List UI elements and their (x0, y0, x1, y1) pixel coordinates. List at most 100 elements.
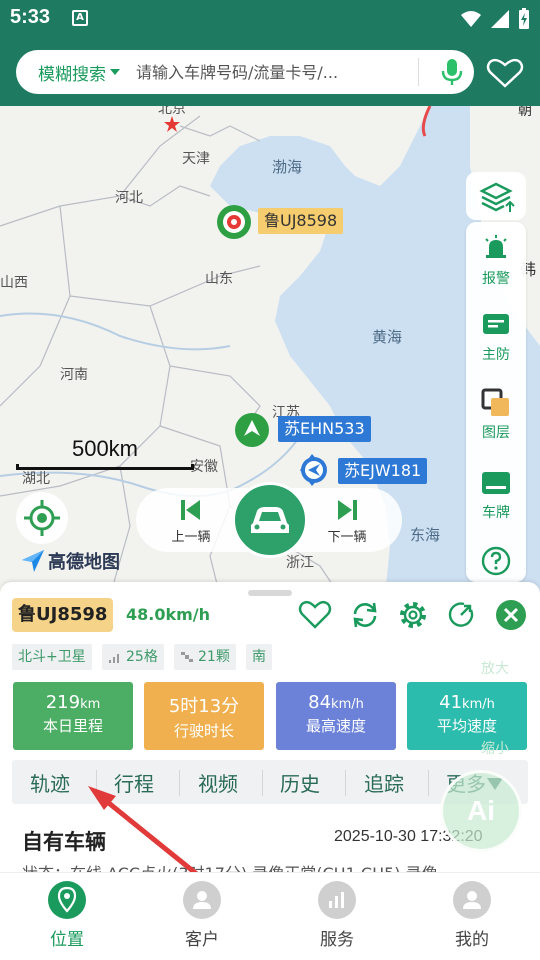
search-input[interactable] (136, 62, 396, 82)
tab-follow[interactable]: 追踪 (364, 768, 404, 797)
vehicle-marker-moving-icon[interactable] (234, 412, 270, 448)
signal-chip: 25格 (102, 644, 164, 670)
satellite-chip: 21颗 (174, 644, 236, 670)
tab-separator (179, 770, 180, 796)
vehicle-tag-2[interactable]: 苏EHN533 (278, 416, 371, 442)
vehicle-speed: 48.0km/h (126, 605, 211, 624)
nav-location[interactable]: 位置 (17, 881, 117, 950)
locate-button[interactable] (16, 492, 68, 544)
tab-separator (428, 770, 429, 796)
stat-mileage-value: 219 (45, 692, 81, 713)
signal-value: 25格 (126, 649, 158, 665)
chat-message-icon (483, 314, 509, 334)
vehicle-plate: 鲁UJ8598 (12, 598, 114, 632)
ai-assistant-button[interactable]: Ai (440, 770, 522, 852)
stat-max-speed: 84km/h 最高速度 (276, 682, 396, 750)
status-bar: 5:33 A (0, 0, 540, 38)
map-label-tianjin: 天津 (182, 151, 210, 167)
satellite-icon (181, 652, 193, 662)
stat-max-speed-label: 最高速度 (305, 717, 366, 735)
settings-gear-icon[interactable] (396, 598, 430, 632)
owner-type: 自有车辆 (22, 830, 106, 854)
refresh-icon[interactable] (348, 598, 382, 632)
nav-customer[interactable]: 客户 (152, 881, 252, 950)
map-label-zhejiang: 浙江 (286, 555, 314, 571)
map-label-east-sea: 东海 (410, 526, 441, 544)
app-notification-icon: A (72, 10, 88, 26)
license-plate-icon (482, 472, 510, 494)
previous-vehicle-button[interactable]: 上一辆 (156, 498, 226, 545)
search-mode-dropdown[interactable]: 模糊搜索 (38, 60, 120, 85)
nav-customer-label: 客户 (185, 930, 219, 950)
layers-stack-icon (479, 182, 515, 212)
car-icon (251, 507, 289, 533)
satellite-value: 21颗 (198, 649, 230, 665)
location-pin-icon (48, 881, 86, 919)
signal-bars-icon (109, 654, 119, 663)
stat-duration: 5时13分 行驶时长 (144, 682, 264, 750)
status-time: 5:33 (10, 6, 51, 28)
battery-icon (519, 8, 529, 29)
tab-track[interactable]: 轨迹 (30, 768, 70, 797)
stat-avg-speed-label: 平均速度 (436, 717, 497, 735)
map-label-shandong: 山东 (205, 271, 233, 287)
alarm-bell-icon (485, 235, 507, 258)
next-vehicle-button[interactable]: 下一辆 (312, 498, 382, 545)
layers-button[interactable]: 图层 (466, 388, 526, 442)
tab-video[interactable]: 视频 (198, 768, 238, 797)
zoom-out-label[interactable]: 缩小 (481, 738, 509, 758)
stat-mileage: 219km 本日里程 (13, 682, 133, 750)
nav-mine-label: 我的 (455, 930, 489, 950)
next-vehicle-label: 下一辆 (327, 530, 367, 545)
active-defense-button[interactable]: 主防 (466, 310, 526, 364)
tab-separator (262, 770, 263, 796)
amap-logo-text: 高德地图 (48, 552, 120, 573)
stat-duration-label: 行驶时长 (173, 722, 234, 740)
vehicle-tag-1[interactable]: 鲁UJ8598 (258, 208, 344, 234)
stat-max-speed-unit: km/h (331, 697, 364, 712)
vehicle-tag-3[interactable]: 苏EJW181 (338, 458, 428, 484)
nav-service[interactable]: 服务 (287, 881, 387, 950)
tab-separator (96, 770, 97, 796)
chevron-down-icon (110, 69, 120, 75)
nav-location-label: 位置 (50, 930, 84, 950)
vehicle-status-line: 状态：在线 ACC点火(3时17分) 录像正常(CH1,CH5) 录像 (22, 860, 438, 872)
wifi-icon (461, 11, 481, 27)
zoom-in-label[interactable]: 放大 (481, 658, 509, 678)
search-mode-label: 模糊搜索 (38, 64, 106, 85)
direction-chip: 南 (246, 644, 272, 670)
map-label-yellow-sea: 黄海 (372, 328, 403, 346)
nav-mine[interactable]: 我的 (422, 881, 522, 950)
map-label-bohai: 渤海 (272, 158, 303, 176)
close-icon[interactable] (494, 598, 528, 632)
tab-trip[interactable]: 行程 (114, 768, 154, 797)
vehicle-marker-stopped-icon[interactable] (216, 204, 252, 240)
alarm-button[interactable]: 报警 (466, 234, 526, 288)
panel-drag-handle[interactable] (248, 590, 292, 596)
current-vehicle-button[interactable] (232, 482, 308, 558)
service-chart-icon (318, 881, 356, 919)
stat-duration-value: 5时13分 (168, 696, 240, 717)
favorite-heart-icon[interactable] (298, 598, 332, 632)
map-side-toolbar: 报警 主防 图层 车牌 图标 (466, 222, 526, 599)
microphone-icon[interactable] (436, 56, 468, 88)
share-gauge-icon[interactable] (444, 598, 478, 632)
positioning-chip: 北斗+卫星 (12, 644, 92, 670)
layer-squares-icon (481, 388, 509, 416)
favorites-heart-icon[interactable] (486, 57, 524, 89)
tab-history[interactable]: 历史 (280, 768, 320, 797)
map-scale-bar (16, 464, 194, 470)
map-view[interactable]: 北京 天津 河北 渤海 山东 山西 河南 黄海 江苏 湖北 安徽 浙江 东海 韩… (0, 106, 540, 596)
stat-avg-speed-value: 41 (439, 692, 463, 713)
stat-mileage-unit: km (80, 697, 101, 712)
vehicle-marker-selected-icon[interactable] (290, 450, 338, 490)
app-header: 模糊搜索 (0, 38, 540, 106)
nav-service-label: 服务 (320, 930, 354, 950)
map-layers-toggle[interactable] (466, 172, 526, 220)
map-label-hubei: 湖北 (22, 471, 50, 487)
map-label-hebei: 河北 (115, 190, 143, 206)
tab-separator (345, 770, 346, 796)
bottom-navigation: 位置 客户 服务 我的 (0, 872, 540, 960)
plate-toggle-button[interactable]: 车牌 (466, 468, 526, 522)
stat-avg-speed: 41km/h 平均速度 (407, 682, 527, 750)
